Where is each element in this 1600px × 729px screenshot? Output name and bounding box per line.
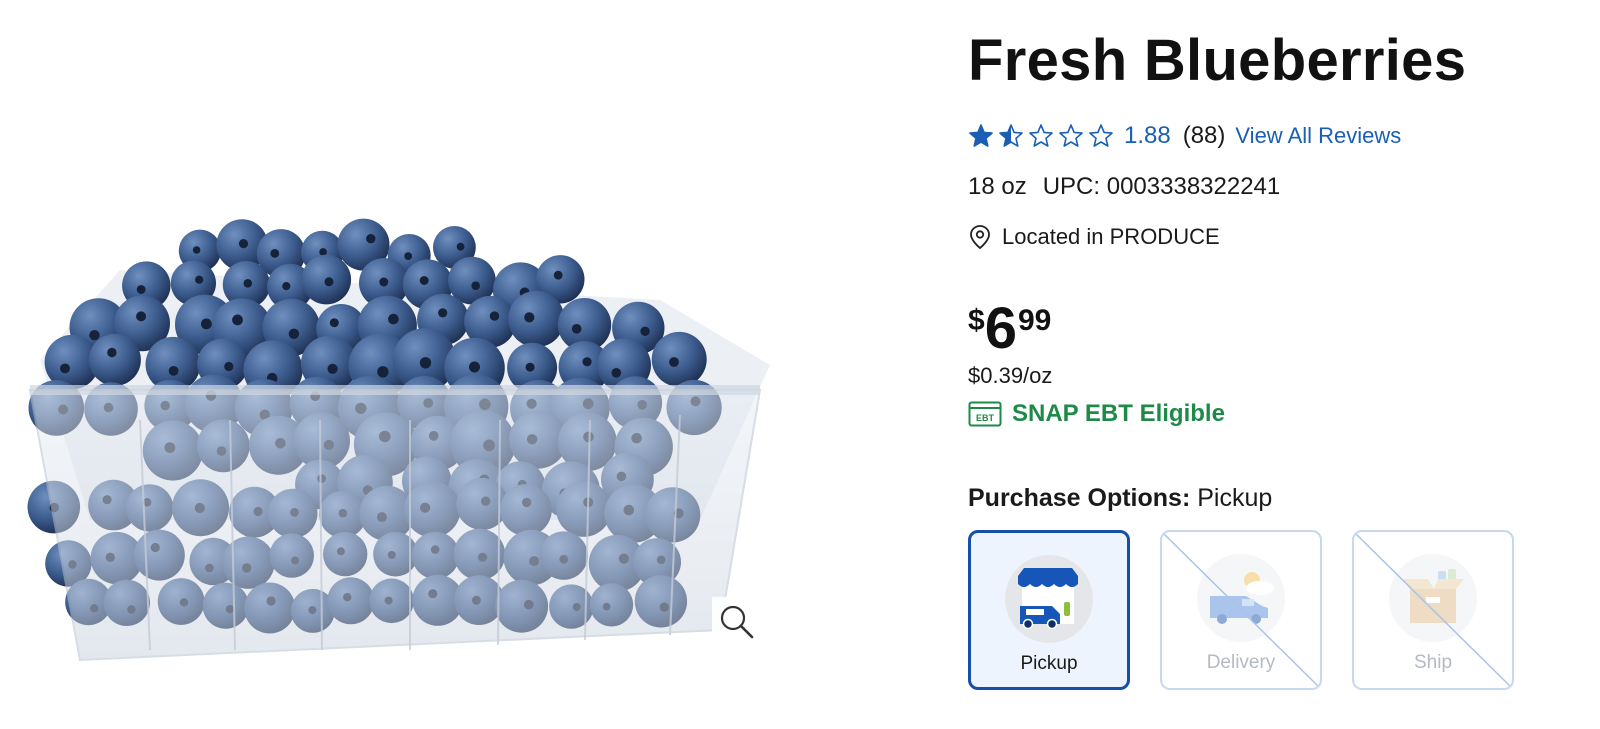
store-pickup-icon [1018,568,1078,630]
purchase-options-value: Pickup [1197,484,1273,512]
blueberry [88,333,141,386]
blueberry-crown [489,311,500,321]
product-meta: 18 oz UPC: 0003338322241 [968,173,1280,201]
zoom-button[interactable] [712,597,762,647]
price: $ 6 99 [968,296,1052,361]
blueberry-crown [388,313,399,325]
blueberry-crown [611,368,622,378]
purchase-options: Pickup Delivery Ship [968,530,1514,690]
blueberry-crown [456,242,465,251]
blueberry-crown [324,277,334,287]
view-all-reviews-link[interactable]: View All Reviews [1235,123,1401,149]
star-empty-icon [1029,124,1053,147]
blueberry-crown [319,248,327,256]
blueberry-crown [329,318,339,328]
snap-eligibility: EBT SNAP EBT Eligible [968,400,1225,428]
option-delivery-label: Delivery [1206,652,1276,673]
option-delivery[interactable]: Delivery [1160,530,1322,690]
purchase-options-label: Purchase Options: [968,484,1191,512]
blueberry-crown [232,314,243,326]
option-pickup[interactable]: Pickup [968,530,1130,690]
blueberry-crown [288,328,300,339]
aisle-location: Located in PRODUCE [968,224,1220,250]
blueberry-crown [582,357,592,367]
product-info: Fresh Blueberries 1.88 (88) View All Rev… [968,0,1588,729]
blueberry-crown [136,311,147,322]
blueberry-crown [366,234,376,244]
option-delivery-icon-wrap [1197,554,1285,642]
blueberry-crown [524,312,535,323]
blueberry-crown [525,362,535,372]
blueberry-crown [471,281,481,290]
unit-price: $0.39/oz [968,363,1053,388]
price-currency: $ [968,304,985,337]
blueberry-crown [419,357,432,369]
star-full-icon [969,124,993,147]
blueberry-crown [168,366,179,376]
rating-value: 1.88 [1124,122,1171,149]
blueberry-crown [379,277,389,287]
blueberry-crown [107,347,117,358]
product-image-area [0,0,920,729]
option-ship-label: Ship [1413,652,1453,673]
blueberry-crown [571,324,582,334]
blueberry-crown [669,357,679,367]
option-ship[interactable]: Ship [1352,530,1514,690]
star-rating[interactable] [968,123,1114,149]
blueberry-crown [136,285,146,294]
blueberry-crown [469,361,480,373]
map-pin-icon [970,225,990,250]
magnifier-icon [720,605,754,639]
delivery-van-icon [1210,572,1274,624]
ebt-card-icon: EBT [968,401,1002,427]
blueberry [508,290,565,348]
blueberry-crown [553,270,563,280]
purchase-options-heading: Purchase Options: Pickup [968,484,1272,513]
option-pickup-label: Pickup [1020,653,1078,674]
product-title: Fresh Blueberries [968,28,1467,93]
blueberry-crown [60,363,70,374]
blueberry-crown [192,246,201,254]
blueberry-crown [640,326,650,336]
product-upc: UPC: 0003338322241 [1042,173,1281,200]
blueberry-crown [201,318,212,330]
product-size: 18 oz [968,173,1027,200]
blueberry-crown [438,308,448,318]
blueberry [651,331,707,387]
blueberry-crown [238,239,249,249]
snap-label: SNAP EBT Eligible [1012,400,1225,427]
blueberry-crown [195,275,204,284]
blueberry-crown [327,363,338,374]
blueberry-crown [377,366,389,378]
price-dollars: 6 [984,296,1017,361]
price-cents: 99 [1017,304,1052,337]
blueberry-crown [282,282,291,291]
blueberry-crown [243,279,253,288]
blueberry-crown [89,330,100,341]
blueberry-crown [419,276,429,285]
review-count: (88) [1182,122,1226,149]
location-text: Located in PRODUCE [1002,224,1220,249]
star-empty-icon [1089,124,1113,147]
option-pickup-icon-wrap [1005,555,1093,643]
product-image[interactable] [0,190,790,680]
star-empty-icon [1059,124,1083,147]
star-half-icon [999,124,1023,147]
blueberry-crown [270,249,280,258]
rating-row: 1.88 (88) View All Reviews [968,120,1401,152]
ebt-icon-text: EBT [976,413,995,423]
blueberry-crown [404,252,413,260]
blueberry-crown [224,361,234,372]
option-ship-icon-wrap [1389,554,1477,642]
shipping-box-icon [1402,569,1464,623]
